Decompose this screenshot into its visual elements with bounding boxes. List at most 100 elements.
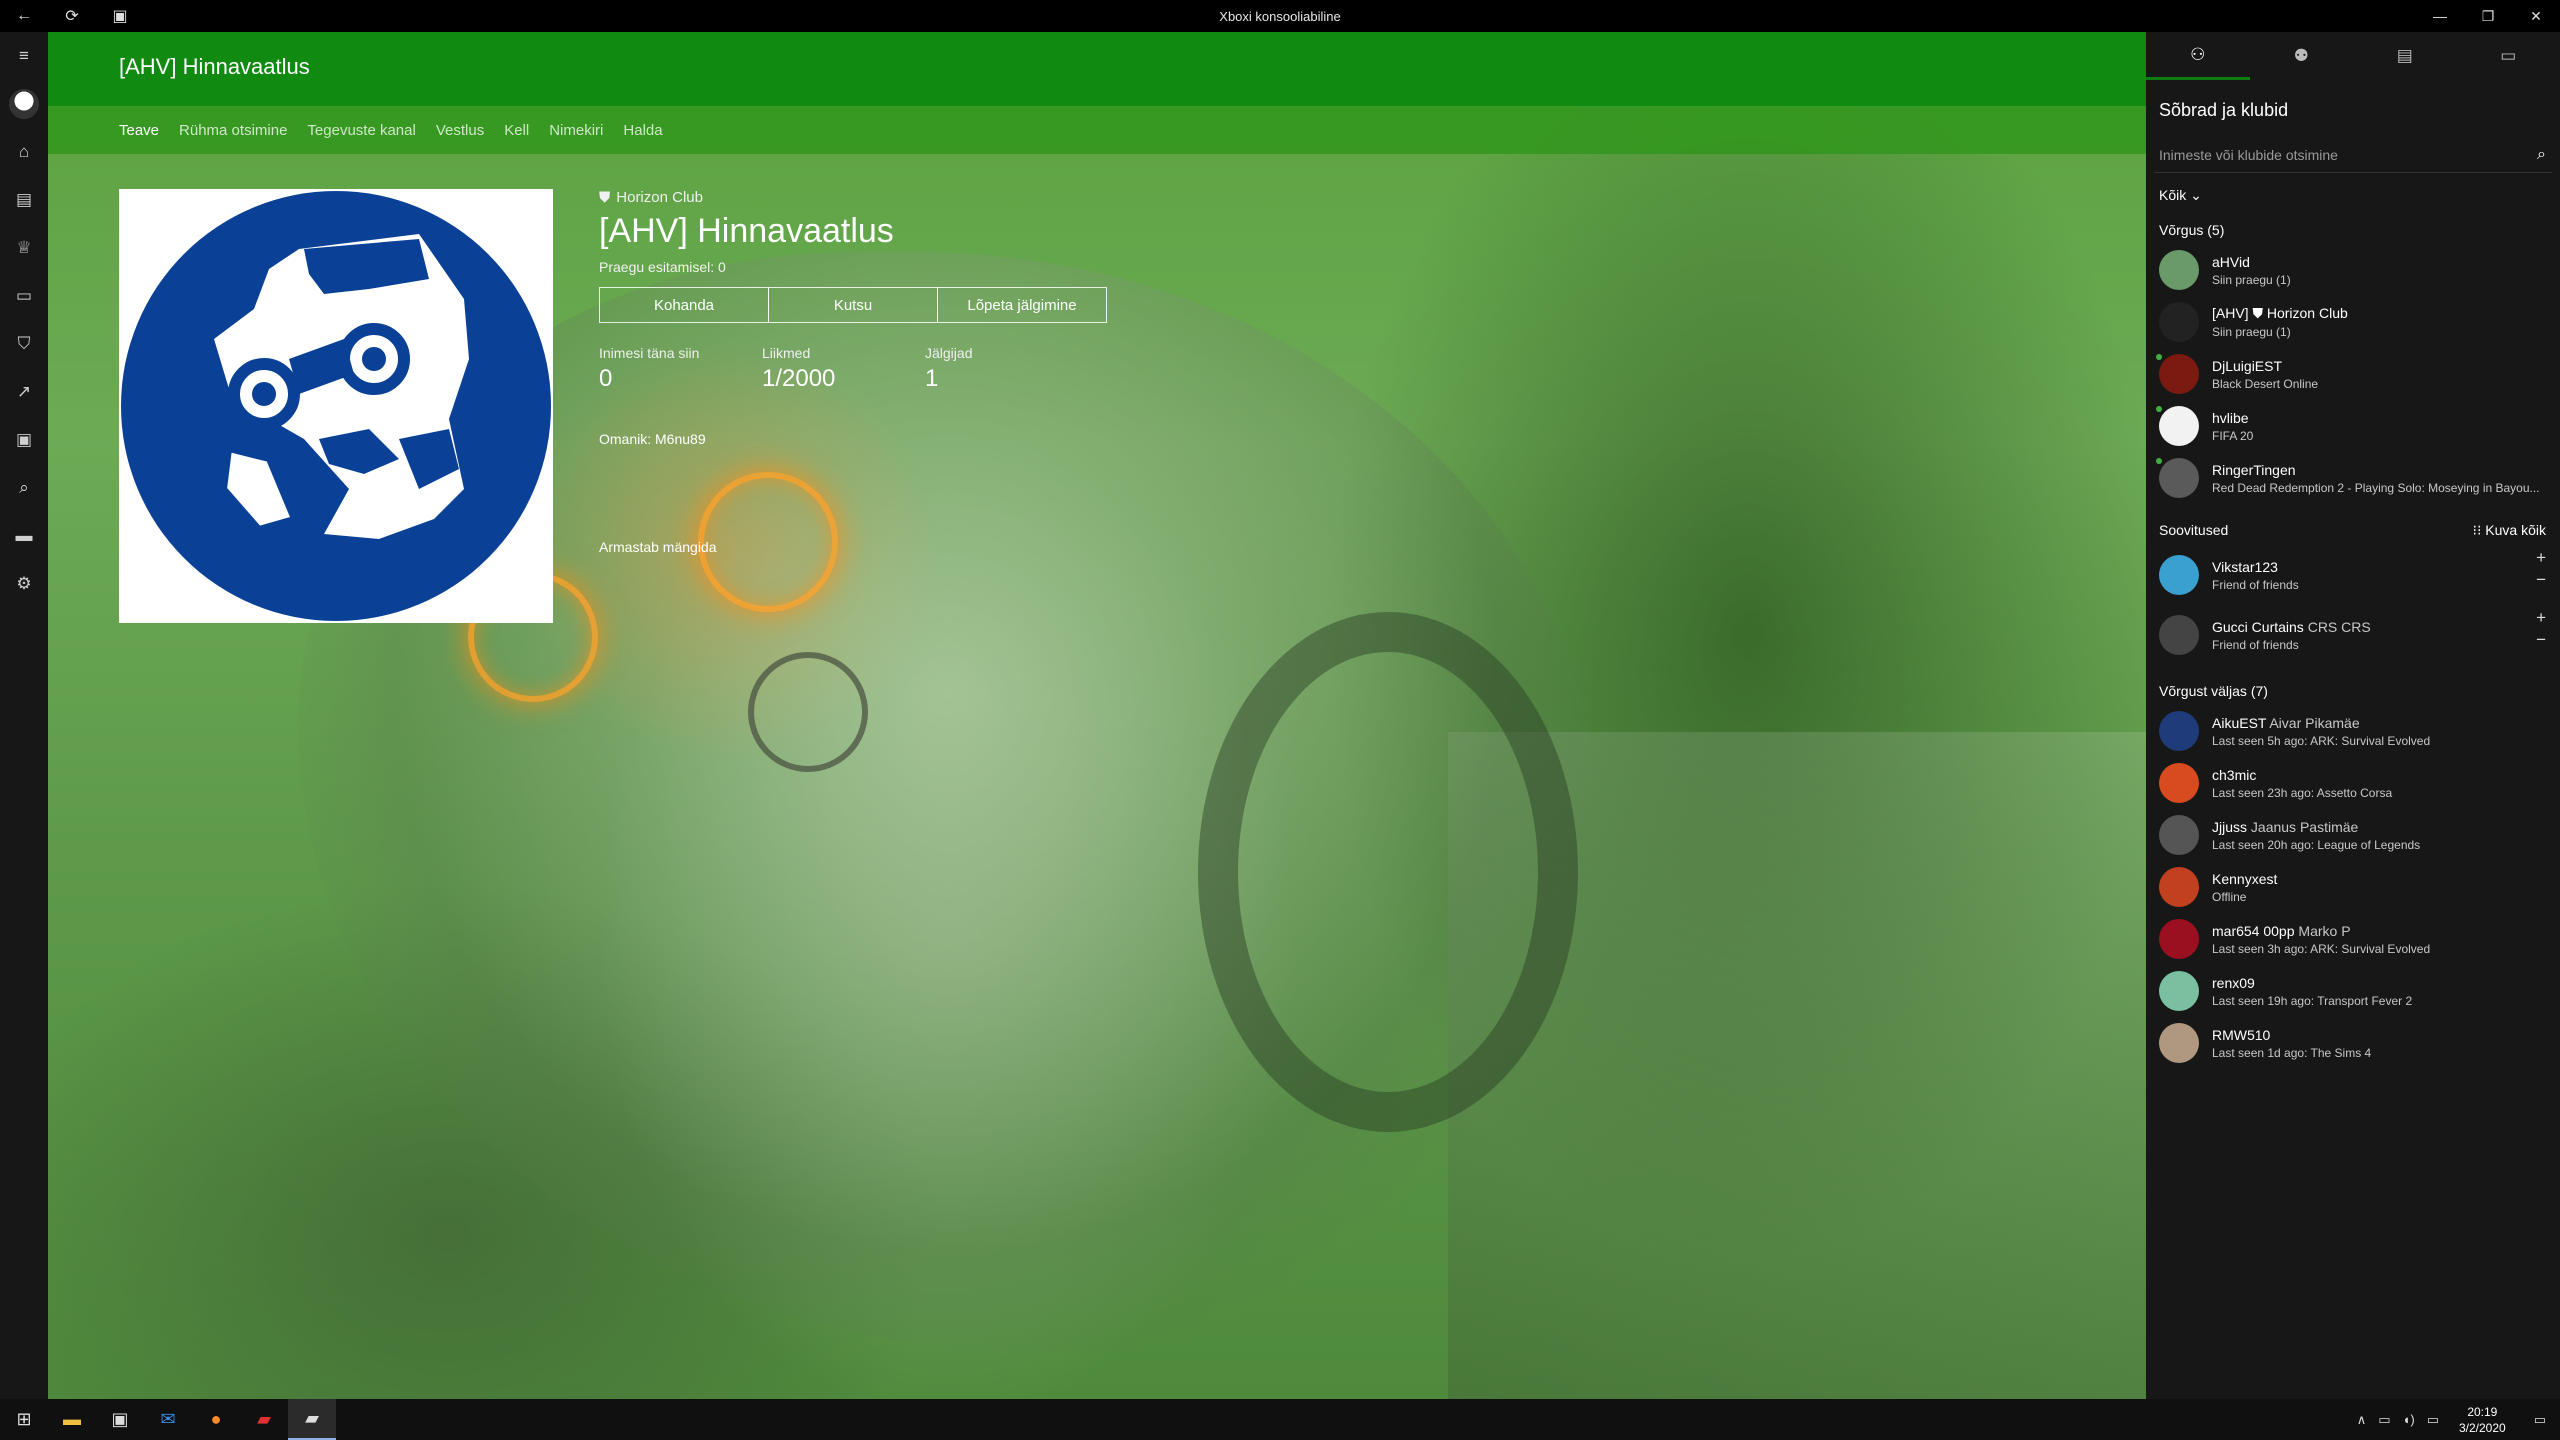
tab-ruhma-otsimine[interactable]: Rühma otsimine xyxy=(179,122,287,139)
achievements-icon[interactable]: ♕ xyxy=(0,224,48,272)
snap-icon[interactable]: ▣ xyxy=(96,0,144,32)
start-icon[interactable]: ⊞ xyxy=(0,1399,48,1440)
offline-section-header: Võrgust väljas (7) xyxy=(2159,683,2268,699)
show-all-link[interactable]: ⁝⁝ Kuva kõik xyxy=(2473,522,2547,539)
friend-list-item[interactable]: [AHV] ⛊ Horizon Club Siin praegu (1) xyxy=(2146,296,2560,348)
firefox-icon[interactable]: ● xyxy=(192,1399,240,1440)
online-status-dot xyxy=(2156,406,2162,412)
stat-people-today: Inimesi täna siin 0 xyxy=(599,345,762,393)
mail-icon[interactable]: ✉ xyxy=(144,1399,192,1440)
online-section-header: Võrgus (5) xyxy=(2159,222,2225,238)
search-icon[interactable]: ⌕ xyxy=(2537,146,2546,164)
friends-tab-icon[interactable]: ⚇ xyxy=(2146,32,2250,80)
add-friend-icon[interactable]: + xyxy=(2536,607,2546,629)
friend-list-item[interactable]: hvlibe FIFA 20 xyxy=(2146,400,2560,452)
presence-status: Siin praegu (1) xyxy=(2212,325,2291,339)
profile-avatar[interactable] xyxy=(0,80,48,128)
menu-icon[interactable]: ≡ xyxy=(0,32,48,80)
chevron-down-icon: ⌄ xyxy=(2190,187,2202,203)
minimize-icon[interactable]: — xyxy=(2416,0,2464,32)
app-red-icon[interactable]: ▰ xyxy=(240,1399,288,1440)
friend-list-item[interactable]: Jjjuss Jaanus Pastimäe Last seen 20h ago:… xyxy=(2146,809,2560,861)
avatar xyxy=(2159,1023,2199,1063)
online-status-dot xyxy=(2156,458,2162,464)
friend-list-item[interactable]: AikuEST Aivar Pikamäe Last seen 5h ago: A… xyxy=(2146,705,2560,757)
dismiss-suggestion-icon[interactable]: − xyxy=(2536,569,2546,591)
presence-status: Last seen 19h ago: Transport Fever 2 xyxy=(2212,993,2413,1008)
keyboard-icon[interactable]: ▭ xyxy=(2421,1412,2445,1428)
club-page: [AHV] Hinnavaatlus Teave Rühma otsimine … xyxy=(48,32,2146,1399)
friend-list-item[interactable]: mar654 00pp Marko P Last seen 3h ago: ARK… xyxy=(2146,913,2560,965)
invite-button[interactable]: Kutsu xyxy=(768,287,938,323)
club-type-label: Horizon Club xyxy=(616,189,703,206)
club-header: [AHV] Hinnavaatlus xyxy=(48,32,2146,106)
filter-dropdown[interactable]: Kõik ⌄ xyxy=(2159,187,2560,204)
real-name: CRS CRS xyxy=(2307,618,2371,635)
messages-icon[interactable]: ▭ xyxy=(0,272,48,320)
club-name: [AHV] Hinnavaatlus xyxy=(599,212,894,250)
search-input[interactable]: Inimeste või klubide otsimine xyxy=(2159,147,2338,163)
store-icon[interactable]: ▣ xyxy=(0,416,48,464)
tab-kell[interactable]: Kell xyxy=(504,122,529,139)
library-icon[interactable]: ▤ xyxy=(0,176,48,224)
stat-label: Inimesi täna siin xyxy=(599,345,700,361)
tab-vestlus[interactable]: Vestlus xyxy=(436,122,484,139)
friend-list-item[interactable]: RMW510 Last seen 1d ago: The Sims 4 xyxy=(2146,1017,2560,1069)
friend-list-item[interactable]: ch3mic Last seen 23h ago: Assetto Corsa xyxy=(2146,757,2560,809)
avatar xyxy=(9,89,39,119)
add-friend-icon[interactable]: + xyxy=(2536,547,2546,569)
friends-search[interactable]: Inimeste või klubide otsimine ⌕ xyxy=(2154,137,2552,173)
avatar xyxy=(2159,615,2199,655)
friend-list-item[interactable]: DjLuigiEST Black Desert Online xyxy=(2146,348,2560,400)
notification-icon[interactable]: ▭ xyxy=(2520,1412,2560,1428)
club-type: ⛊ Horizon Club xyxy=(599,189,1107,206)
friend-list-item[interactable]: RingerTingen Red Dead Redemption 2 - Play… xyxy=(2146,452,2560,504)
presence-status: Friend of friends xyxy=(2212,637,2299,652)
clock-time: 20:19 xyxy=(2467,1404,2498,1419)
trending-icon[interactable]: ↗ xyxy=(0,368,48,416)
customize-button[interactable]: Kohanda xyxy=(599,287,769,323)
friend-list-item[interactable]: Vikstar123 Friend of friends + − xyxy=(2146,545,2560,605)
back-icon[interactable]: ← xyxy=(0,0,48,32)
presence-status: Offline xyxy=(2212,889,2247,904)
tab-tegevuste-kanal[interactable]: Tegevuste kanal xyxy=(307,122,415,139)
system-tray: ∧ ▭ ◖) ▭ 20:19 3/2/2020 ▭ xyxy=(2351,1399,2560,1440)
club-owner[interactable]: Omanik: M6nu89 xyxy=(599,431,1107,447)
search-icon[interactable]: ⌕ xyxy=(0,464,48,512)
close-icon[interactable]: ✕ xyxy=(2512,0,2560,32)
refresh-icon[interactable]: ⟳ xyxy=(48,0,96,32)
avatar xyxy=(2159,867,2199,907)
clock[interactable]: 20:19 3/2/2020 xyxy=(2445,1404,2520,1436)
party-tab-icon[interactable]: ⚉ xyxy=(2250,32,2354,80)
network-icon[interactable]: ▭ xyxy=(2372,1412,2396,1428)
settings-icon[interactable]: ⚙ xyxy=(0,560,48,608)
offline-list: AikuEST Aivar Pikamäe Last seen 5h ago: A… xyxy=(2146,705,2560,1069)
friend-list-item[interactable]: Kennyxest Offline xyxy=(2146,861,2560,913)
stat-members[interactable]: Liikmed 1/2000 xyxy=(762,345,925,393)
tab-nimekiri[interactable]: Nimekiri xyxy=(549,122,603,139)
club-shield-icon: ⛊ xyxy=(599,189,611,206)
restore-icon[interactable]: ❐ xyxy=(2464,0,2512,32)
messages-tab-icon[interactable]: ▤ xyxy=(2353,32,2457,80)
home-icon[interactable]: ⌂ xyxy=(0,128,48,176)
device-icon[interactable]: ▬ xyxy=(0,512,48,560)
friend-list-item[interactable]: aHVid Siin praegu (1) xyxy=(2146,244,2560,296)
tab-halda[interactable]: Halda xyxy=(623,122,662,139)
volume-icon[interactable]: ◖) xyxy=(2397,1412,2421,1427)
file-explorer-icon[interactable]: ▬ xyxy=(48,1399,96,1440)
friend-list-item[interactable]: renx09 Last seen 19h ago: Transport Fever… xyxy=(2146,965,2560,1017)
unfollow-button[interactable]: Lõpeta jälgimine xyxy=(937,287,1107,323)
clubs-shield-icon[interactable]: ⛉ xyxy=(0,320,48,368)
xbox-companion-icon[interactable]: ▰ xyxy=(288,1399,336,1440)
gamertag: Jjjuss Jaanus Pastimäe xyxy=(2212,818,2359,835)
friend-list-item[interactable]: Gucci Curtains CRS CRS Friend of friends +… xyxy=(2146,605,2560,665)
dismiss-suggestion-icon[interactable]: − xyxy=(2536,629,2546,651)
store-icon[interactable]: ▣ xyxy=(96,1399,144,1440)
tab-teave[interactable]: Teave xyxy=(119,122,159,139)
stat-followers[interactable]: Jälgijad 1 xyxy=(925,345,1088,393)
show-hidden-icons-icon[interactable]: ∧ xyxy=(2351,1412,2373,1428)
presence-status: FIFA 20 xyxy=(2212,428,2254,443)
notifications-tab-icon[interactable]: ▭ xyxy=(2457,32,2560,80)
gamertag: ch3mic xyxy=(2212,766,2257,783)
gamertag: DjLuigiEST xyxy=(2212,357,2283,374)
